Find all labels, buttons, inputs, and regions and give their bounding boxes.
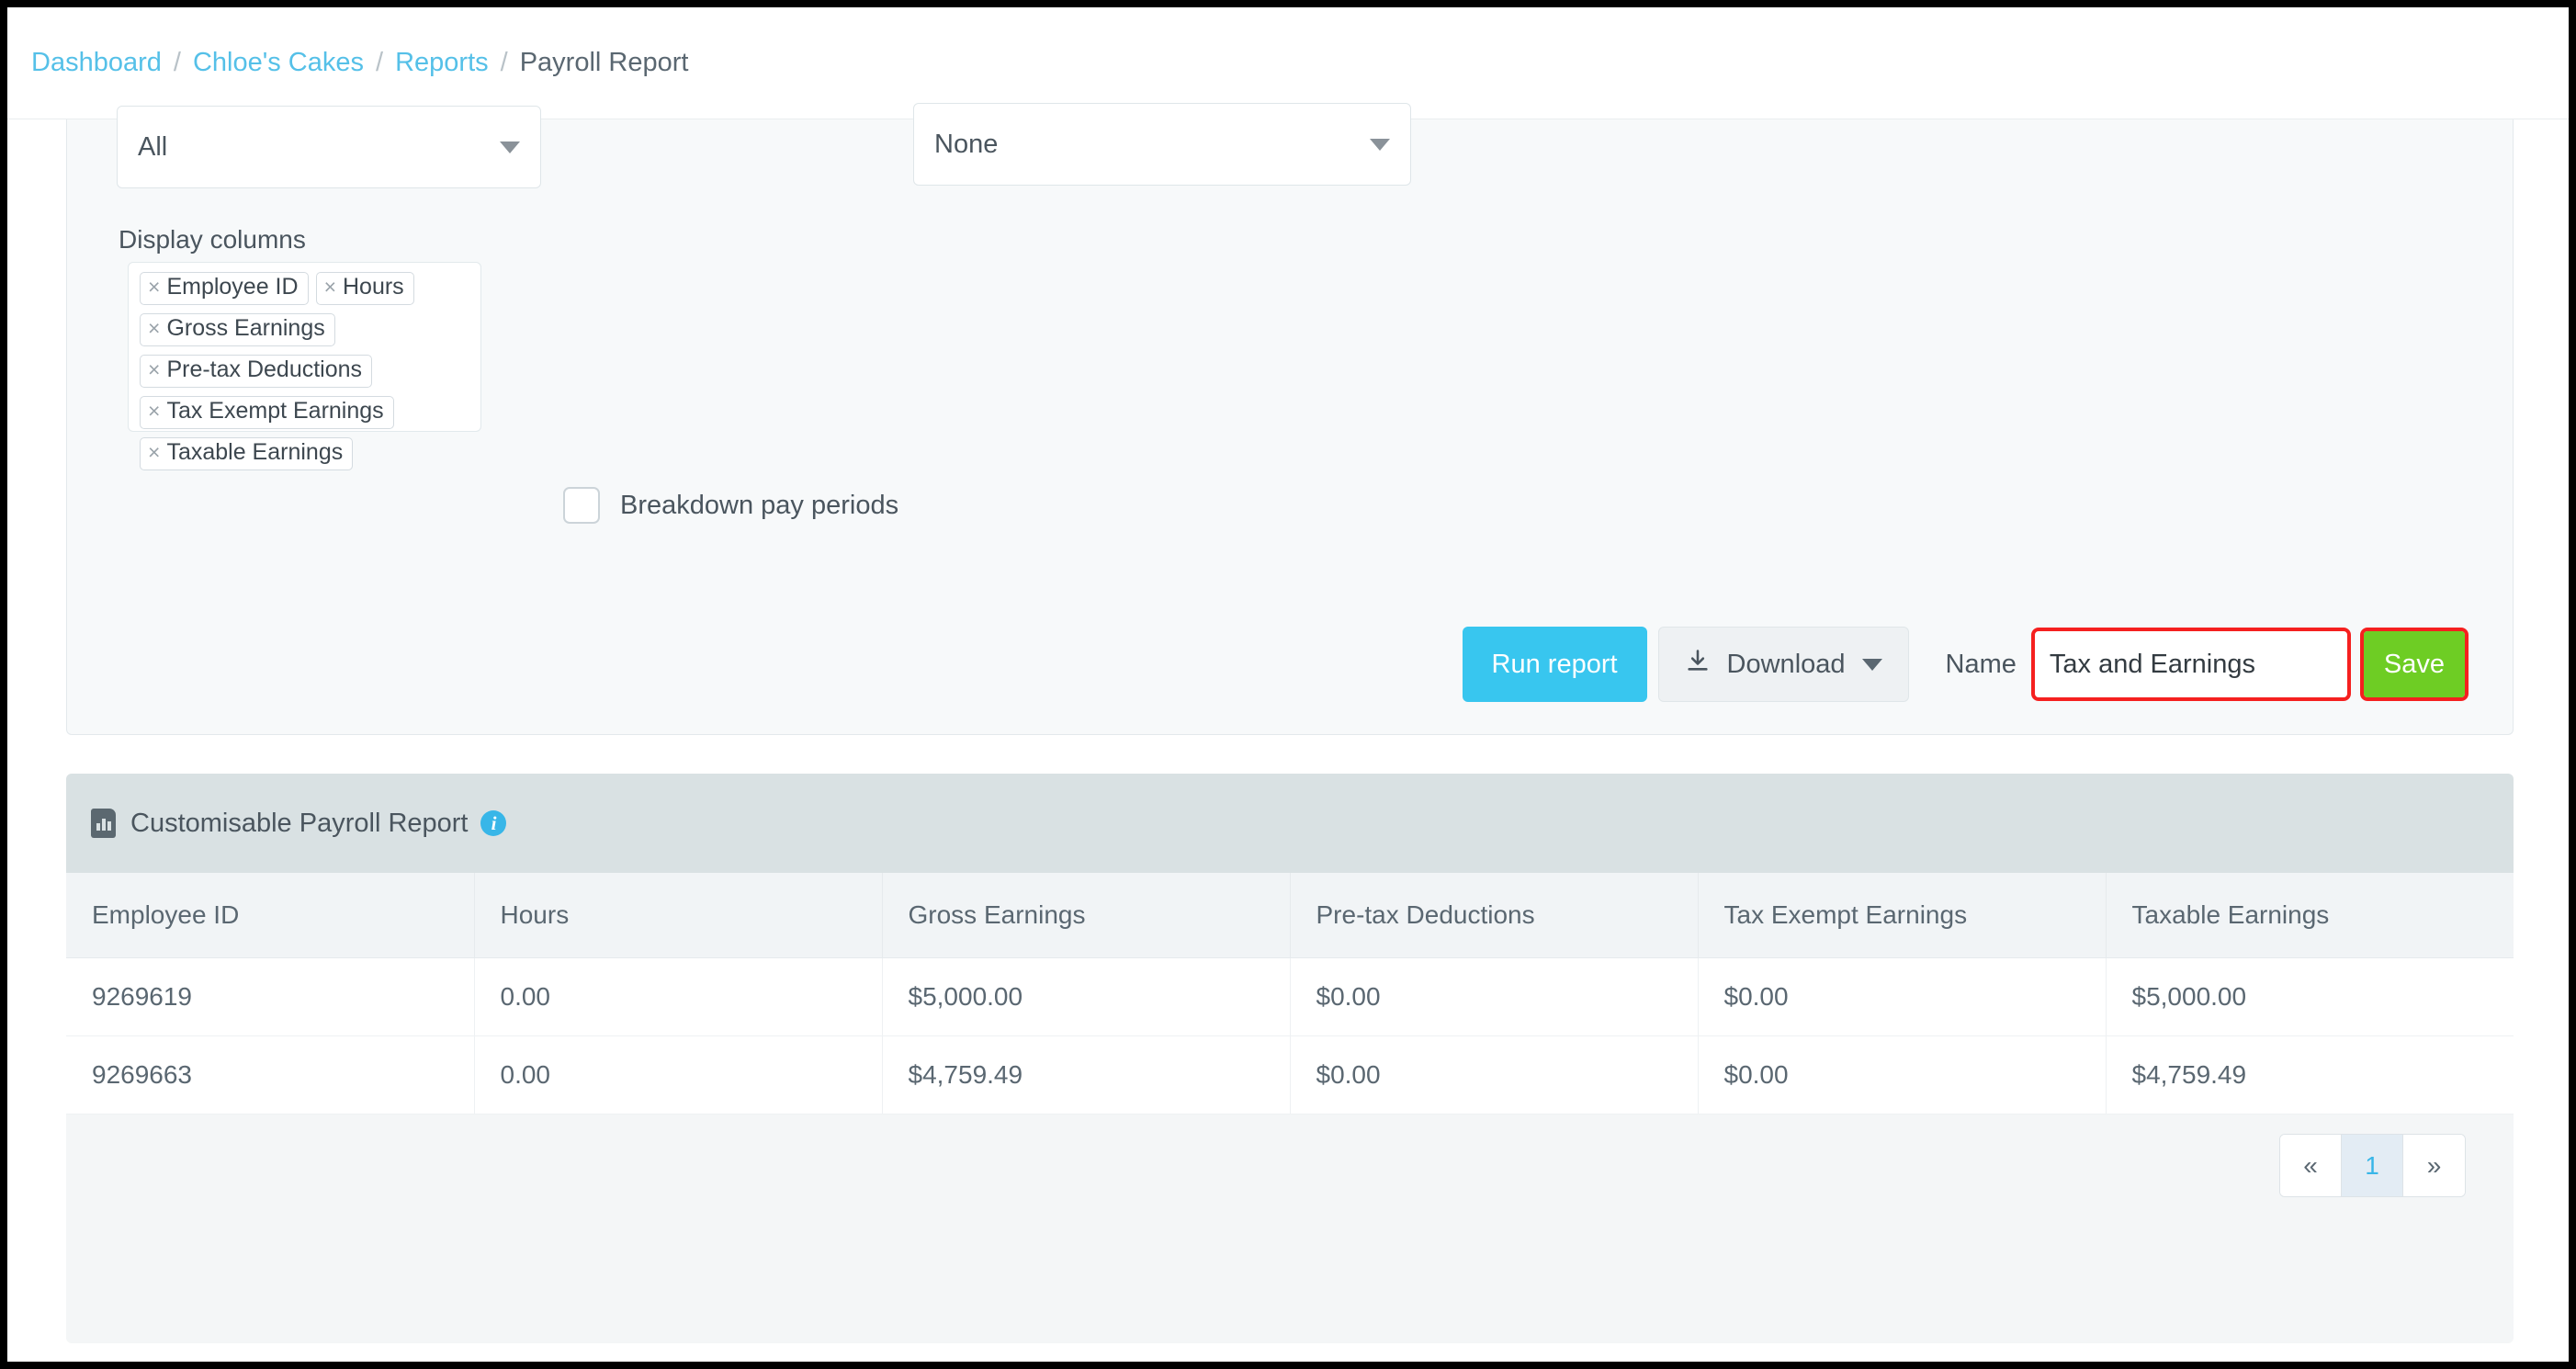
column-header-taxable-earnings: Taxable Earnings <box>2106 873 2514 957</box>
group-by-select[interactable]: None <box>913 103 1411 186</box>
display-columns-input[interactable]: × Employee ID × Hours × Gross Earnings ×… <box>128 262 481 432</box>
download-button-label: Download <box>1727 650 1846 680</box>
info-icon[interactable]: i <box>480 810 506 836</box>
breakdown-pay-periods-label: Breakdown pay periods <box>620 491 898 521</box>
column-header-pre-tax-deductions: Pre-tax Deductions <box>1290 873 1698 957</box>
column-chip-label: Employee ID <box>166 275 298 300</box>
breadcrumb-separator: / <box>376 48 383 78</box>
table-row: 9269619 0.00 $5,000.00 $0.00 $0.00 $5,00… <box>66 957 2514 1035</box>
breadcrumb-item-reports[interactable]: Reports <box>395 48 489 78</box>
column-header-tax-exempt-earnings: Tax Exempt Earnings <box>1698 873 2106 957</box>
cell-tax-exempt-earnings: $0.00 <box>1698 1035 2106 1114</box>
report-results-card: Customisable Payroll Report i Employee I… <box>66 774 2514 1343</box>
cell-hours: 0.00 <box>474 1035 882 1114</box>
report-name-input[interactable] <box>2035 631 2347 697</box>
display-columns-label: Display columns <box>119 225 306 255</box>
column-chip-label: Gross Earnings <box>166 316 324 342</box>
cell-tax-exempt-earnings: $0.00 <box>1698 957 2106 1035</box>
remove-chip-icon[interactable]: × <box>148 358 160 381</box>
remove-chip-icon[interactable]: × <box>148 441 160 464</box>
column-chip-label: Hours <box>343 275 404 300</box>
cell-gross-earnings: $5,000.00 <box>882 957 1290 1035</box>
column-header-hours: Hours <box>474 873 882 957</box>
breadcrumb-item-chloes-cakes[interactable]: Chloe's Cakes <box>193 48 364 78</box>
table-header-row: Employee ID Hours Gross Earnings Pre-tax… <box>66 873 2514 957</box>
column-header-employee-id: Employee ID <box>66 873 474 957</box>
breakdown-pay-periods-row[interactable]: Breakdown pay periods <box>563 487 898 524</box>
cell-taxable-earnings: $5,000.00 <box>2106 957 2514 1035</box>
remove-chip-icon[interactable]: × <box>324 276 336 299</box>
remove-chip-icon[interactable]: × <box>148 400 160 423</box>
column-chip[interactable]: × Gross Earnings <box>140 313 335 346</box>
report-actions: Run report Download Name <box>1463 627 2469 702</box>
column-chip[interactable]: × Employee ID <box>140 272 309 305</box>
column-chip[interactable]: × Hours <box>316 272 414 305</box>
save-button-highlight: Save <box>2360 628 2469 701</box>
pagination-last-button[interactable]: » <box>2403 1135 2465 1196</box>
breadcrumb-item-dashboard[interactable]: Dashboard <box>31 48 162 78</box>
column-chip[interactable]: × Pre-tax Deductions <box>140 355 372 388</box>
cell-taxable-earnings: $4,759.49 <box>2106 1035 2514 1114</box>
column-header-gross-earnings: Gross Earnings <box>882 873 1290 957</box>
breadcrumb-separator: / <box>174 48 181 78</box>
remove-chip-icon[interactable]: × <box>148 276 160 299</box>
chevron-down-icon <box>1862 659 1882 671</box>
column-chip[interactable]: × Tax Exempt Earnings <box>140 396 394 429</box>
pagination-page-1[interactable]: 1 <box>2342 1135 2403 1196</box>
download-icon <box>1685 647 1711 682</box>
app-viewport: Dashboard / Chloe's Cakes / Reports / Pa… <box>7 7 2569 1362</box>
report-header: Customisable Payroll Report i <box>66 774 2514 873</box>
run-report-button[interactable]: Run report <box>1463 627 1647 702</box>
name-label: Name <box>1946 650 2017 680</box>
page-body: All None Display columns × Employee ID ×… <box>7 119 2569 1362</box>
payroll-report-table: Employee ID Hours Gross Earnings Pre-tax… <box>66 873 2514 1114</box>
report-filters-card: All None Display columns × Employee ID ×… <box>66 119 2514 735</box>
table-row: 9269663 0.00 $4,759.49 $0.00 $0.00 $4,75… <box>66 1035 2514 1114</box>
employee-select[interactable]: All <box>117 106 541 188</box>
pagination-row: « 1 » <box>66 1114 2514 1217</box>
cell-pre-tax-deductions: $0.00 <box>1290 957 1698 1035</box>
pagination: « 1 » <box>2279 1134 2466 1197</box>
group-by-select-value: None <box>934 130 998 160</box>
save-button[interactable]: Save <box>2364 631 2465 697</box>
pagination-first-button[interactable]: « <box>2280 1135 2342 1196</box>
column-chip-label: Taxable Earnings <box>166 440 343 466</box>
report-name-field-highlight <box>2031 628 2351 701</box>
cell-hours: 0.00 <box>474 957 882 1035</box>
column-chip[interactable]: × Taxable Earnings <box>140 437 353 470</box>
column-chip-label: Tax Exempt Earnings <box>166 399 383 424</box>
cell-employee-id: 9269619 <box>66 957 474 1035</box>
cell-gross-earnings: $4,759.49 <box>882 1035 1290 1114</box>
report-document-icon <box>91 809 116 838</box>
cell-employee-id: 9269663 <box>66 1035 474 1114</box>
report-title: Customisable Payroll Report <box>130 809 468 839</box>
column-chip-label: Pre-tax Deductions <box>166 357 362 383</box>
chevron-down-icon <box>1370 139 1390 151</box>
remove-chip-icon[interactable]: × <box>148 317 160 340</box>
breadcrumb-separator: / <box>501 48 508 78</box>
breadcrumb-item-payroll-report: Payroll Report <box>520 48 689 78</box>
employee-select-value: All <box>138 132 167 163</box>
breakdown-pay-periods-checkbox[interactable] <box>563 487 600 524</box>
chevron-down-icon <box>500 141 520 153</box>
download-button[interactable]: Download <box>1658 627 1909 702</box>
cell-pre-tax-deductions: $0.00 <box>1290 1035 1698 1114</box>
